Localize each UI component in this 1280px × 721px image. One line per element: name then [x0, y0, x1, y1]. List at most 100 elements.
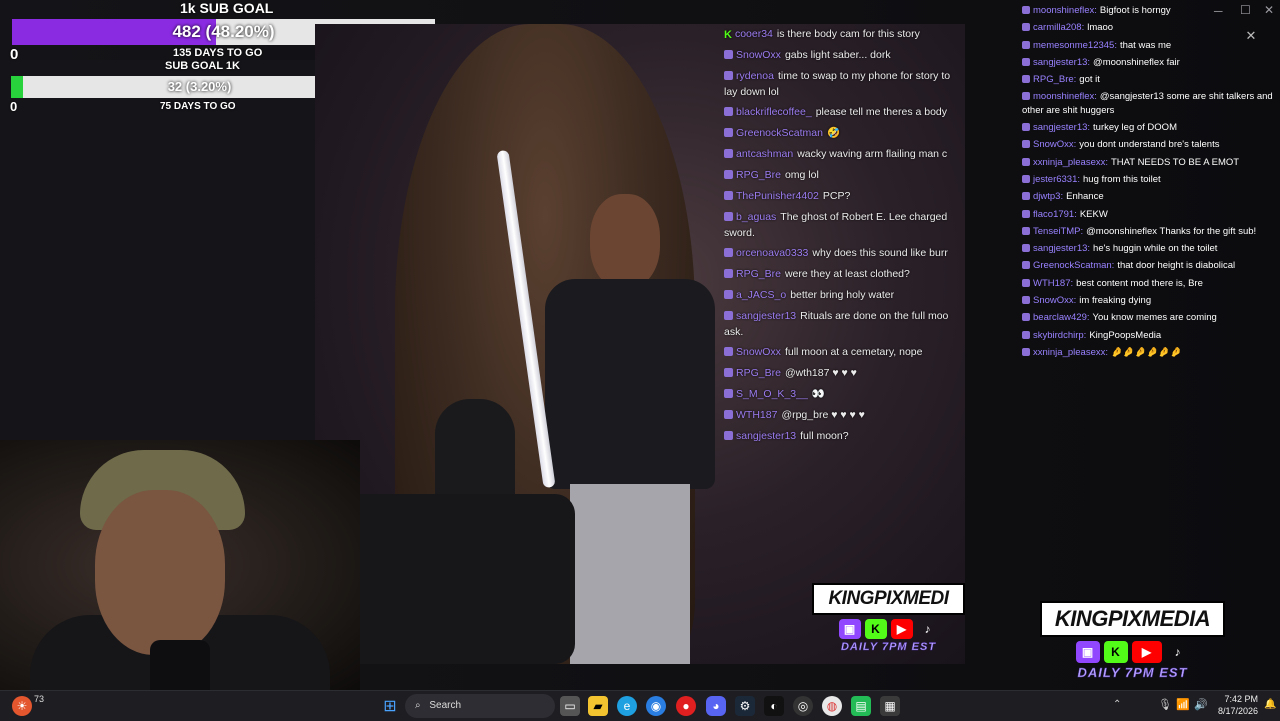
chat-username[interactable]: xxninja_pleasexx:: [1033, 347, 1108, 358]
volume-icon[interactable]: 🔊: [1194, 698, 1208, 711]
mic-icon[interactable]: 🎙: [1158, 698, 1172, 711]
edge-icon[interactable]: e: [617, 696, 637, 716]
chat-text: better bring holy water: [790, 289, 895, 301]
chat-username[interactable]: RPG_Bre:: [1033, 74, 1076, 85]
twitch-badge-icon: [1022, 123, 1030, 132]
chevron-up-icon[interactable]: ⌃: [1113, 699, 1121, 710]
obs-icon[interactable]: ◎: [793, 696, 813, 716]
chat-text: KingPoopsMedia: [1089, 329, 1162, 341]
twitch-badge-icon: [1022, 157, 1030, 166]
chat-message: RPG_Bre @wth187 ♥ ♥ ♥: [724, 363, 965, 384]
chat-username[interactable]: WTH187: [736, 409, 777, 421]
chat-message: djwtp3: Enhance: [1022, 188, 1280, 205]
discord-icon[interactable]: ◕: [706, 696, 726, 716]
chrome-icon[interactable]: ◍: [822, 696, 842, 716]
chat-username[interactable]: moonshineflex:: [1033, 91, 1097, 102]
chat-username[interactable]: S_M_O_K_3__: [736, 388, 808, 400]
chat-username[interactable]: carmilla208:: [1033, 22, 1084, 33]
chat-message: bearclaw429: You know memes are coming: [1022, 309, 1280, 326]
file-explorer-icon[interactable]: ▰: [588, 696, 608, 716]
chat-username[interactable]: antcashman: [736, 148, 793, 160]
twitch-badge-icon: [1022, 92, 1030, 101]
chat-username[interactable]: cooer34: [735, 28, 773, 40]
steam-icon[interactable]: ⚙: [735, 696, 755, 716]
chat-message: GreenockScatman 🤣: [724, 123, 965, 144]
chat-text: got it: [1079, 74, 1100, 86]
chat-username[interactable]: a_JACS_o: [736, 289, 786, 301]
chat-username[interactable]: SnowOxx:: [1033, 295, 1076, 306]
logo-name: KINGPIXMEDIA: [1040, 601, 1225, 637]
search-box[interactable]: ⌕ Search: [405, 694, 555, 718]
chat-text: 🤣: [826, 127, 841, 139]
twitch-badge-icon: [1022, 57, 1030, 66]
chat-message: WTH187 @rpg_bre ♥ ♥ ♥ ♥: [724, 405, 965, 426]
chat-username[interactable]: moonshineflex:: [1033, 5, 1097, 16]
chat-username[interactable]: skybirdchirp:: [1033, 330, 1086, 341]
terminal-icon[interactable]: ▦: [880, 696, 900, 716]
chat-username[interactable]: RPG_Bre: [736, 367, 781, 379]
logo: KINGPIXMEDIA ▣ K ▶ ♪ DAILY 7PM EST: [1040, 601, 1225, 680]
chat-username[interactable]: RPG_Bre: [736, 268, 781, 280]
start-icon[interactable]: ⊞: [380, 696, 400, 716]
weather-icon[interactable]: ☀: [12, 696, 32, 716]
chat-username[interactable]: sangjester13: [736, 430, 796, 442]
chat-username[interactable]: rydenoa: [736, 70, 774, 82]
chat-username[interactable]: SnowOxx:: [1033, 139, 1076, 150]
chat-message: jester6331: hug from this toilet: [1022, 171, 1280, 188]
chat-message: xxninja_pleasexx: THAT NEEDS TO BE A EMOT: [1022, 154, 1280, 171]
chat-username[interactable]: blackriflecoffee_: [736, 106, 812, 118]
chat-username[interactable]: GreenockScatman: [736, 127, 823, 139]
chat-username[interactable]: WTH187:: [1033, 278, 1073, 289]
chat-text: 🤌🤌🤌🤌🤌🤌: [1111, 346, 1182, 358]
twitch-badge-icon: [1022, 278, 1030, 287]
chat-username[interactable]: RPG_Bre: [736, 169, 781, 181]
taskbar: ☀ 73 ⊞ ⌕ Search ▭ ▰ e ◉ ● ◕ ⚙ ◐ ◎ ◍ ▤ ▦ …: [0, 690, 1280, 721]
goal2-days: 75 DAYS TO GO: [160, 101, 236, 112]
chat-username[interactable]: b_aguas: [736, 211, 776, 223]
search-label: Search: [429, 700, 462, 711]
chat-username[interactable]: SnowOxx: [736, 346, 781, 358]
chat-username[interactable]: SnowOxx: [736, 49, 781, 61]
chat-username[interactable]: sangjester13:: [1033, 57, 1090, 68]
clock[interactable]: 7:42 PM 8/17/2026: [1214, 693, 1258, 717]
chat-username[interactable]: jester6331:: [1033, 174, 1080, 185]
logo-schedule: DAILY 7PM EST: [1077, 665, 1188, 680]
chat-text: best content mod there is, Bre: [1076, 277, 1203, 289]
twitch-badge-icon: [724, 368, 733, 377]
chat-username[interactable]: sangjester13: [736, 310, 796, 322]
twitch-badge-icon: [724, 311, 733, 320]
twitch-badge-icon: [724, 71, 733, 80]
search-icon: ⌕: [415, 700, 421, 711]
chat-username[interactable]: djwtp3:: [1033, 191, 1063, 202]
media-icon[interactable]: ●: [676, 696, 696, 716]
app-icon[interactable]: ◐: [764, 696, 784, 716]
chat-username[interactable]: GreenockScatman:: [1033, 260, 1114, 271]
twitch-badge-icon: [1022, 296, 1030, 305]
chat-text: im freaking dying: [1079, 295, 1152, 307]
logo-small-name: KINGPIXMEDI: [812, 583, 965, 615]
chat-username[interactable]: flaco1791:: [1033, 209, 1077, 220]
chat-username[interactable]: bearclaw429:: [1033, 312, 1090, 323]
browser-icon[interactable]: ◉: [646, 696, 666, 716]
chat-username[interactable]: ThePunisher4402: [736, 190, 819, 202]
chat-text: KEKW: [1079, 208, 1108, 220]
notification-icon[interactable]: 🔔: [1264, 699, 1276, 710]
chat-message: orcenoava0333 why does this sound like bu…: [724, 243, 965, 264]
chat-username[interactable]: memesonme12345:: [1033, 40, 1117, 51]
twitch-badge-icon: [724, 107, 733, 116]
webcam-feed: [0, 440, 360, 690]
task-view-icon[interactable]: ▭: [560, 696, 580, 716]
chat-username[interactable]: sangjester13:: [1033, 122, 1090, 133]
twitch-badge-icon: [1022, 244, 1030, 253]
twitch-badge-icon: [724, 248, 733, 257]
chat-username[interactable]: orcenoava0333: [736, 247, 808, 259]
chat-username[interactable]: sangjester13:: [1033, 243, 1090, 254]
monitor-icon[interactable]: ▤: [851, 696, 871, 716]
chat-username[interactable]: xxninja_pleasexx:: [1033, 157, 1108, 168]
wifi-icon[interactable]: 📶: [1176, 698, 1190, 711]
chat-message: sangjester13: @moonshineflex fair: [1022, 54, 1280, 71]
chat-message: flaco1791: KEKW: [1022, 206, 1280, 223]
chat-message: moonshineflex: @sangjester13 some are shi…: [1022, 88, 1280, 119]
chat-username[interactable]: TenseiTMP:: [1033, 226, 1083, 237]
chat-text: omg lol: [784, 169, 819, 181]
